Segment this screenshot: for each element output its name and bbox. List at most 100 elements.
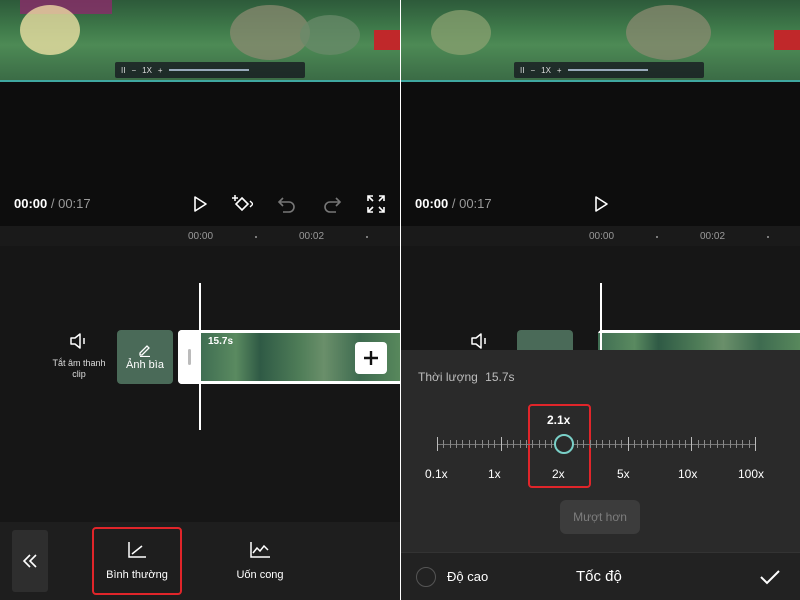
slider-tick	[551, 440, 553, 448]
slider-major-tick	[691, 437, 693, 451]
effect-glow	[20, 5, 80, 55]
scale-label: 0.1x	[425, 467, 448, 481]
cover-label: Ảnh bìa	[126, 359, 164, 371]
cover-button[interactable]: Ảnh bìa	[117, 330, 173, 384]
slider-tick	[710, 440, 712, 448]
slider-tick	[678, 440, 680, 448]
slider-tick	[646, 440, 648, 448]
duration-info: Thời lượng 15.7s	[418, 370, 515, 384]
mute-clip-button[interactable]	[447, 332, 513, 350]
clip-duration: 15.7s	[208, 336, 234, 347]
back-button[interactable]	[12, 530, 48, 592]
speed-normal-button[interactable]: Bình thường	[92, 527, 182, 595]
video-preview[interactable]: II −1X +	[401, 0, 800, 82]
terrain-patch	[230, 5, 310, 60]
left-panel: II −1X + 00:00 / 00:17 00:00 00:02 Tắt â…	[0, 0, 400, 600]
slider-major-tick	[627, 437, 629, 451]
slider-tick	[475, 440, 477, 448]
scale-label: 1x	[488, 467, 501, 481]
right-panel: II −1X + 00:00 / 00:17 00:00 00:02 Thời lư…	[401, 0, 800, 600]
slider-tick	[640, 440, 642, 448]
slider-tick	[621, 440, 623, 448]
slider-tick	[481, 440, 483, 448]
pitch-radio[interactable]	[416, 567, 436, 587]
current-speed: 2.1x	[547, 413, 571, 427]
speed-curve-button[interactable]: Uốn cong	[215, 527, 305, 595]
current-time: 00:00	[415, 196, 449, 211]
total-time: / 00:17	[451, 196, 492, 211]
slider-tick	[494, 440, 496, 448]
slider-tick	[583, 440, 585, 448]
smooth-button[interactable]: Mượt hơn	[560, 500, 640, 534]
scale-label: 10x	[678, 467, 698, 481]
ruler-dot	[366, 236, 368, 238]
slider-tick	[506, 440, 508, 448]
slider-tick	[519, 440, 521, 448]
slider-tick	[659, 440, 661, 448]
fullscreen-icon[interactable]	[362, 190, 390, 218]
play-icon[interactable]	[587, 190, 615, 218]
slider-tick	[634, 440, 636, 448]
slider-tick	[526, 440, 528, 448]
slider-tick	[729, 440, 731, 448]
slider-tick	[615, 440, 617, 448]
video-preview[interactable]: II −1X +	[0, 0, 400, 82]
slider-tick	[748, 440, 750, 448]
redo-icon[interactable]	[318, 190, 346, 218]
timeline-ruler[interactable]: 00:00 00:02	[401, 226, 800, 246]
speed-curve-label: Uốn cong	[236, 569, 284, 581]
mute-clip-button[interactable]: Tắt âm thanh clip	[46, 332, 112, 380]
ruler-label: 00:00	[188, 231, 214, 242]
scale-label: 2x	[552, 467, 565, 481]
speed-normal-label: Bình thường	[106, 569, 168, 581]
plus-icon	[364, 351, 378, 365]
total-time: / 00:17	[50, 196, 91, 211]
slider-tick	[532, 440, 534, 448]
timecode: 00:00 / 00:17	[14, 196, 91, 211]
play-icon[interactable]	[186, 190, 214, 218]
ruler-label: 00:00	[589, 231, 615, 242]
edit-icon	[139, 345, 150, 357]
slider-major-tick	[500, 437, 502, 451]
slider-tick	[735, 440, 737, 448]
speed-normal-icon	[128, 542, 146, 558]
duration-label: Thời lượng	[418, 370, 478, 384]
terrain-patch	[300, 15, 360, 55]
terrain-patch	[431, 10, 491, 55]
ruler-label: 00:02	[700, 231, 726, 242]
slider-major-tick	[437, 437, 438, 451]
terrain-patch	[626, 5, 711, 60]
speed-slider[interactable]	[437, 437, 756, 451]
slider-tick	[538, 440, 540, 448]
sheet-footer: Độ cao Tốc độ	[401, 552, 800, 600]
playhead[interactable]	[199, 283, 201, 430]
slider-tick	[704, 440, 706, 448]
duration-value: 15.7s	[485, 370, 515, 384]
undo-icon[interactable]	[273, 190, 301, 218]
bottom-toolbar: Bình thường Uốn cong	[0, 522, 400, 600]
game-hud	[774, 30, 800, 50]
pitch-label: Độ cao	[447, 569, 489, 584]
player-controls: 00:00 / 00:17	[401, 190, 800, 218]
speed-slider-knob[interactable]	[554, 434, 574, 454]
slider-tick	[487, 440, 489, 448]
ruler-dot	[255, 236, 257, 238]
preview-border	[401, 80, 800, 82]
preview-border	[0, 80, 400, 82]
slider-tick	[589, 440, 591, 448]
confirm-icon[interactable]	[756, 563, 784, 591]
speed-curve-icon	[250, 542, 270, 558]
slider-tick	[545, 440, 547, 448]
slider-tick	[723, 440, 725, 448]
ruler-label: 00:02	[299, 231, 325, 242]
ruler-dot	[656, 236, 658, 238]
add-clip-button[interactable]	[355, 342, 387, 374]
speed-sheet: Thời lượng 15.7s 2.1x 0.1x 1x 2x 5x 10x …	[401, 350, 800, 600]
scale-label: 5x	[617, 467, 630, 481]
slider-tick	[468, 440, 470, 448]
ruler-dot	[767, 236, 769, 238]
video-control-bar: II −1X +	[115, 62, 305, 78]
clip-trim-handle[interactable]	[178, 330, 200, 384]
keyframe-add-icon[interactable]	[228, 190, 256, 218]
timeline-ruler[interactable]: 00:00 00:02	[0, 226, 400, 246]
